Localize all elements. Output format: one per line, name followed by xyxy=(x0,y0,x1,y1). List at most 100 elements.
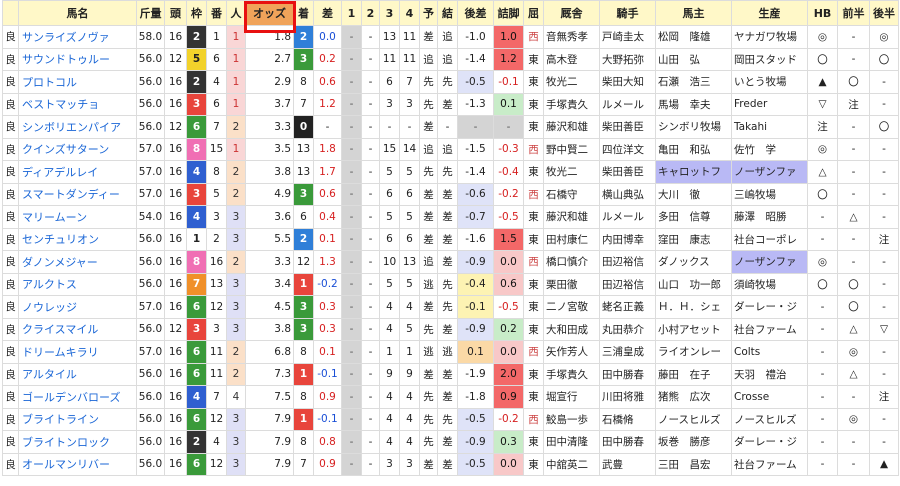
table-row[interactable]: 良ディアデルレイ 57.0 16 4 8 2 3.8 13 1.7- -5 5 先先 -1.4 -0.4 東… xyxy=(2,160,899,184)
horse-name-link[interactable]: クライスマイル xyxy=(18,317,137,341)
column-header[interactable]: 後差 xyxy=(457,0,494,26)
horse-name-link[interactable]: ブライトンロック xyxy=(18,430,137,454)
training-center: 東 xyxy=(523,385,544,409)
table-row[interactable]: 良スマートダンディー 57.0 16 3 5 2 4.9 3 0.6- -6 6 差差 -0.6 -0.2… xyxy=(2,182,899,206)
column-header[interactable]: 屈 xyxy=(523,0,544,26)
horse-name-link[interactable]: センチュリオン xyxy=(18,227,137,251)
table-row[interactable]: 良オールマンリバー 56.0 16 6 12 3 7.9 7 0.9- -3 3 差差 -0.5 0.0 東… xyxy=(2,452,899,476)
column-header[interactable]: 馬名 xyxy=(18,0,137,26)
field-size: 16 xyxy=(164,452,187,476)
column-header[interactable]: 4 xyxy=(399,0,420,26)
horse-name-link[interactable]: ゴールデンバローズ xyxy=(18,385,137,409)
table-row[interactable]: 良マリームーン 54.0 16 4 3 3 3.6 6 0.4- -5 5 差差 -0.7 -0.5 東藤沢… xyxy=(2,205,899,229)
jockey: 蛯名正義 xyxy=(599,295,656,319)
corner-2: - xyxy=(361,205,380,229)
column-header[interactable]: 後半 xyxy=(869,0,899,26)
predicted-style: 追 xyxy=(419,137,438,161)
horse-name-link[interactable]: アルタイル xyxy=(18,362,137,386)
horse-name-link[interactable]: ノウレッジ xyxy=(18,295,137,319)
owner: 石瀬 浩三 xyxy=(655,70,732,94)
trainer: 藤沢和雄 xyxy=(543,115,600,139)
column-header[interactable]: 番 xyxy=(206,0,227,26)
owner: 山田 弘 xyxy=(655,47,732,71)
first-half-mark: 〇 xyxy=(837,272,870,296)
horse-name-link[interactable]: スマートダンディー xyxy=(18,182,137,206)
column-header[interactable]: 騎手 xyxy=(599,0,656,26)
column-header[interactable]: HB xyxy=(807,0,838,26)
horse-name-link[interactable]: ダノンメジャー xyxy=(18,250,137,274)
column-header[interactable]: 予 xyxy=(419,0,438,26)
table-row[interactable]: 良ダノンメジャー 56.0 16 8 16 2 3.3 12 1.3- -10 13 追差 -0.9 0.… xyxy=(2,250,899,274)
table-body: 良サンライズノヴァ 58.0 16 2 1 1 1.8 2 0.0- -13 11 差追 -1.0 1.0… xyxy=(2,25,899,476)
table-row[interactable]: 良ドリームキラリ 57.0 16 6 11 2 6.8 8 0.1- -1 1 逃逃 0.1 0.0 西矢作… xyxy=(2,340,899,364)
table-row[interactable]: 良ブライトライン 56.0 16 6 12 3 7.9 1 -0.1- -4 4 先先 -0.5 -0.2… xyxy=(2,407,899,431)
field-size: 16 xyxy=(164,227,187,251)
column-header[interactable]: 厩舎 xyxy=(543,0,600,26)
first-half-mark: △ xyxy=(837,205,870,229)
table-row[interactable]: 良プロトコル 56.0 16 2 4 1 2.9 8 0.6- -6 7 先先 -0.5 -0.1 東牧光二… xyxy=(2,70,899,94)
column-header[interactable]: 頭 xyxy=(164,0,187,26)
column-header[interactable]: 馬主 xyxy=(655,0,732,26)
predicted-style: 差 xyxy=(419,182,438,206)
popularity: 3 xyxy=(226,272,246,296)
table-row[interactable]: 良アルクトス 56.0 16 7 13 3 3.4 1 -0.2- -5 5 逃先 -0.4 0.6 東栗田… xyxy=(2,272,899,296)
column-header[interactable]: 3 xyxy=(379,0,400,26)
late-diff: -0.5 xyxy=(457,452,494,476)
column-header[interactable]: 詰脚 xyxy=(493,0,524,26)
column-header[interactable]: 人 xyxy=(226,0,246,26)
table-row[interactable]: 良ノウレッジ 57.0 16 6 12 3 4.5 3 0.3- -4 4 差先 -0.1 -0.5 東二ノ… xyxy=(2,295,899,319)
horse-name-link[interactable]: マリームーン xyxy=(18,205,137,229)
breeder: ダーレー・ジ xyxy=(731,295,808,319)
horse-name-link[interactable]: ディアデルレイ xyxy=(18,160,137,184)
column-header[interactable]: 着 xyxy=(293,0,314,26)
corner-3: 4 xyxy=(379,295,400,319)
second-half-mark: - xyxy=(869,295,899,319)
popularity: 1 xyxy=(226,137,246,161)
horse-name-link[interactable]: シンボリエンパイア xyxy=(18,115,137,139)
horse-name-link[interactable]: ドリームキラリ xyxy=(18,340,137,364)
horse-name-link[interactable]: サウンドトゥルー xyxy=(18,47,137,71)
predicted-style: 追 xyxy=(419,47,438,71)
horse-name-link[interactable]: ブライトライン xyxy=(18,407,137,431)
horse-name-link[interactable]: プロトコル xyxy=(18,70,137,94)
table-row[interactable]: 良シンボリエンパイア 56.0 12 6 7 2 3.3 0- - - - - 差 - - - 東藤沢和雄 柴田善… xyxy=(2,115,899,139)
owner: ライオンレー xyxy=(655,340,732,364)
horse-name-link[interactable]: ベストマッチョ xyxy=(18,92,137,116)
finish-position: 13 xyxy=(293,137,314,161)
table-row[interactable]: 良サンライズノヴァ 58.0 16 2 1 1 1.8 2 0.0- -13 11 差追 -1.0 1.0… xyxy=(2,25,899,49)
table-row[interactable]: 良アルタイル 56.0 16 6 11 2 7.3 1 -0.1- -9 9 差差 -1.9 2.0 東手塚… xyxy=(2,362,899,386)
breeder: 岡田スタッド xyxy=(731,47,808,71)
horse-name-link[interactable]: クインズサターン xyxy=(18,137,137,161)
table-row[interactable]: 良ベストマッチョ 56.0 16 3 6 1 3.7 7 1.2- -3 3 先差 -1.3 0.1 東手塚… xyxy=(2,92,899,116)
table-row[interactable]: 良ブライトンロック 56.0 16 2 4 3 7.9 8 0.8- -4 4 先差 -0.9 0.3 東田… xyxy=(2,430,899,454)
column-header[interactable]: 2 xyxy=(361,0,380,26)
column-header[interactable]: 差 xyxy=(313,0,342,26)
column-header[interactable]: 枠 xyxy=(186,0,207,26)
closing-speed: 0.6 xyxy=(493,272,524,296)
column-header[interactable]: 1 xyxy=(341,0,362,26)
time-diff: 0.6 xyxy=(313,70,342,94)
column-header[interactable]: 生産 xyxy=(731,0,808,26)
frame-number: 4 xyxy=(186,205,207,229)
weight: 56.0 xyxy=(136,385,165,409)
horse-name-link[interactable]: オールマンリバー xyxy=(18,452,137,476)
table-row[interactable]: 良ゴールデンバローズ 56.0 16 4 7 4 7.5 8 0.9- -4 4 先差 -1.8 0.9 東… xyxy=(2,385,899,409)
predicted-style: 逃 xyxy=(419,272,438,296)
horse-name-link[interactable]: サンライズノヴァ xyxy=(18,25,137,49)
column-header[interactable]: 前半 xyxy=(837,0,870,26)
trainer: 二ノ宮敬 xyxy=(543,295,600,319)
table-row[interactable]: 良クインズサターン 57.0 16 8 15 1 3.5 13 1.8- -15 14 追追 -1.5-… xyxy=(2,137,899,161)
corner-4: 4 xyxy=(399,295,420,319)
horse-number: 4 xyxy=(206,430,227,454)
horse-name-link[interactable]: アルクトス xyxy=(18,272,137,296)
first-half-mark: - xyxy=(837,182,870,206)
column-header[interactable]: 斤量 xyxy=(136,0,165,26)
table-row[interactable]: 良サウンドトゥルー 56.0 12 5 6 1 2.7 3 0.2- -11 11 追追 -1.4 1.2… xyxy=(2,47,899,71)
column-header[interactable]: オッズ xyxy=(245,0,294,26)
finish-position: 13 xyxy=(293,160,314,184)
predicted-style: 差 xyxy=(419,25,438,49)
column-header[interactable]: 結 xyxy=(437,0,458,26)
table-row[interactable]: 良クライスマイル 56.0 12 3 3 3 3.8 3 0.3- -4 5 先差 -0.9 0.2 東大和… xyxy=(2,317,899,341)
corner-1: - xyxy=(341,295,362,319)
table-row[interactable]: 良センチュリオン 56.0 16 1 2 3 5.5 2 0.1- -6 6 差差 -1.6 1.5 東田村… xyxy=(2,227,899,251)
